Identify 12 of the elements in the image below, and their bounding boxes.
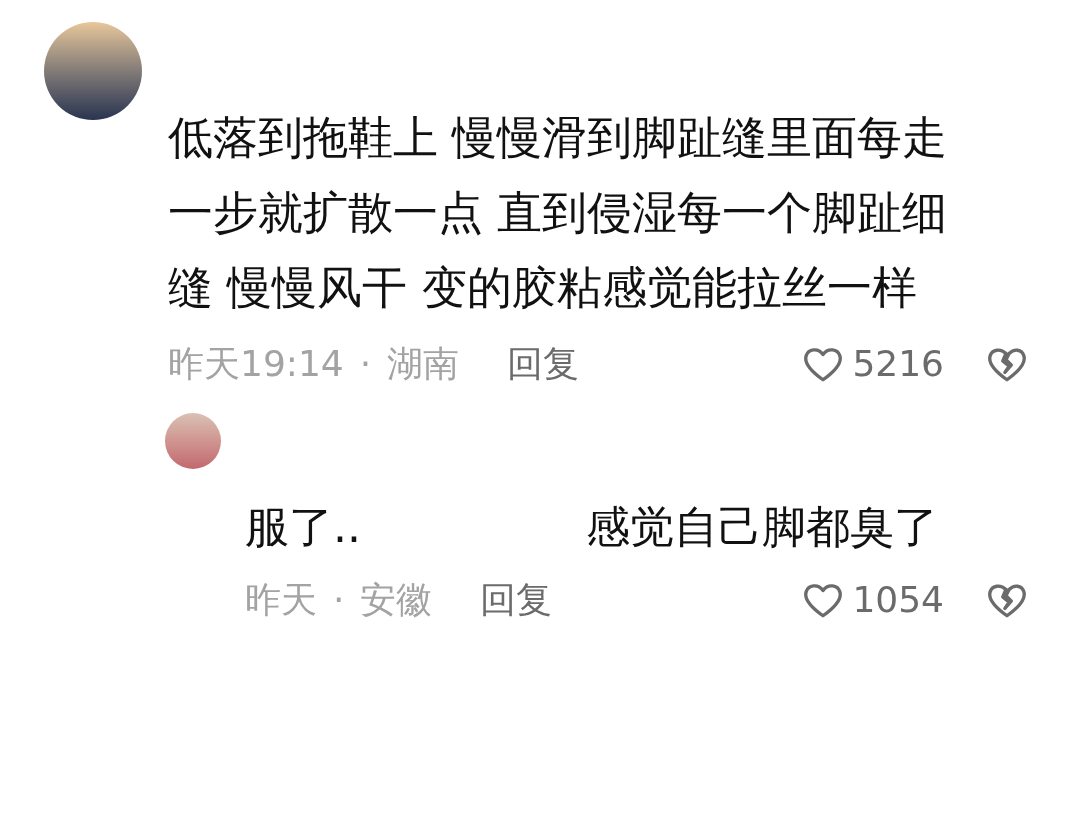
timestamp: 昨天: [245, 578, 317, 622]
reply-button[interactable]: 回复: [507, 337, 580, 391]
reply-text: 服了.. 感觉自己脚都臭了: [245, 500, 939, 554]
separator-dot: ·: [333, 578, 345, 622]
location: 湖南: [387, 342, 460, 386]
comment-text: 低落到拖鞋上 慢慢滑到脚趾缝里面每走一步就扩散一点 直到侵湿每一个脚趾细缝 慢慢风干 变的胶粘感觉能拉丝一样: [168, 110, 949, 316]
timestamp: 昨天19:14: [168, 342, 344, 386]
reply-button[interactable]: 回复: [480, 573, 553, 627]
separator-dot: ·: [359, 342, 372, 386]
like-button[interactable]: 1054: [802, 573, 944, 627]
location: 安徽: [360, 578, 433, 622]
like-button[interactable]: 5216: [802, 337, 944, 391]
